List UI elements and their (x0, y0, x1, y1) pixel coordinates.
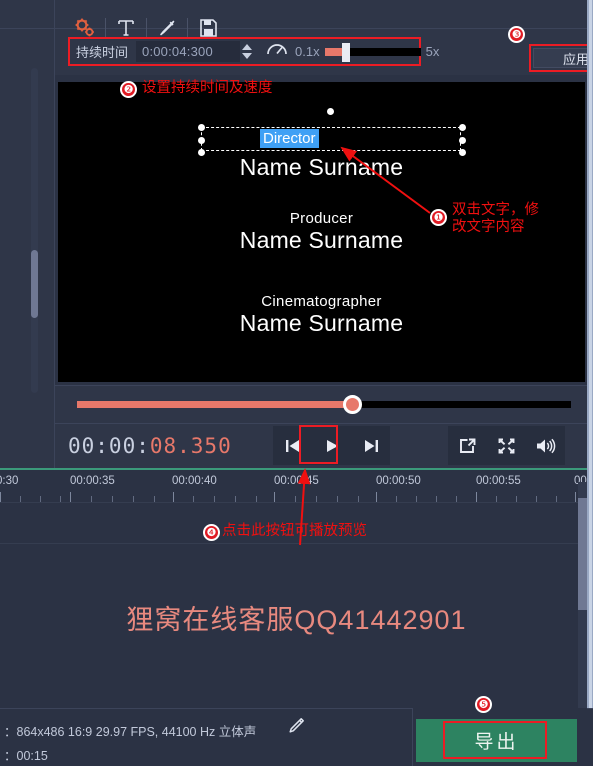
media-info-line: ：864x486 16:9 29.97 FPS, 44100 Hz 立体声 (4, 725, 257, 739)
left-scrollbar-thumb[interactable] (31, 250, 38, 318)
ruler-label: 00:00:45 (274, 475, 319, 487)
duration-label: 持续时间 (76, 45, 129, 60)
text-selection-box[interactable] (198, 124, 466, 156)
annotation-badge-1: ❶ (430, 209, 447, 226)
timecode-suffix: 08.350 (149, 434, 232, 458)
export-button[interactable]: 导出 (416, 719, 577, 762)
rotate-handle[interactable] (327, 108, 334, 115)
watermark-text: 狸窝在线客服QQ41442901 (126, 605, 467, 635)
track-divider (0, 502, 593, 503)
rail-divider (0, 28, 55, 29)
playback-button-group (273, 426, 390, 465)
toolbar-separator (187, 18, 188, 38)
duration-speed-group: 持续时间 0.1x 5x (68, 37, 439, 66)
annotation-text-2: 设置持续时间及速度 (142, 80, 273, 96)
timeline-ruler[interactable]: 0:30 00:00:35 00:00:40 00:00:45 00:00:50… (0, 468, 593, 503)
view-button-group (448, 426, 565, 465)
credit-role-text: Cinematographer (261, 293, 382, 310)
selected-text-highlight[interactable]: Director (260, 129, 319, 148)
timecode-display: 00:00:08.350 (68, 434, 232, 458)
speed-slider-handle[interactable] (341, 42, 350, 62)
duration-input[interactable] (136, 41, 241, 62)
annotation-badge-4: ❹ (203, 524, 220, 541)
stepper-up-icon[interactable] (242, 44, 253, 50)
credit-name-text: Name Surname (239, 154, 404, 180)
speed-slider-fill (324, 47, 342, 56)
ruler-label: 00:00:50 (376, 475, 421, 487)
left-scrollbar-track[interactable] (31, 68, 38, 393)
snapshot-button[interactable] (448, 426, 487, 465)
annotation-text-4: 点击此按钮可播放预览 (222, 523, 367, 539)
speed-gauge-icon (266, 41, 288, 62)
window-right-edge-highlight (589, 0, 592, 766)
resize-handle-r[interactable] (459, 137, 466, 144)
fullscreen-button[interactable] (487, 426, 526, 465)
left-rail (0, 0, 55, 468)
track-divider (0, 543, 593, 544)
ruler-label: 0:30 (0, 475, 19, 487)
previous-frame-button[interactable] (273, 426, 312, 465)
speed-slider[interactable] (324, 42, 421, 62)
resize-handle-tl[interactable] (198, 124, 205, 131)
video-editor-window: 持续时间 0.1x 5x (0, 0, 593, 766)
ruler-label: 00:00:40 (172, 475, 217, 487)
seek-panel (55, 385, 593, 423)
credit-name-1: Name Surname (58, 154, 585, 181)
speed-control: 0.1x 5x (266, 41, 439, 62)
seek-slider[interactable] (77, 395, 571, 414)
resize-handle-tr[interactable] (459, 124, 466, 131)
ruler-label: 00:00:55 (476, 475, 521, 487)
next-frame-button[interactable] (351, 426, 390, 465)
export-button-label: 导出 (474, 732, 519, 753)
annotation-badge-2: ❷ (120, 81, 137, 98)
stepper-down-icon[interactable] (242, 53, 253, 59)
annotation-badge-5: ❺ (475, 696, 492, 713)
annotation-text-1: 双击文字，修 改文字内容 (452, 202, 539, 235)
seek-slider-handle[interactable] (343, 395, 362, 414)
play-button[interactable] (312, 426, 351, 465)
toolbar-separator (105, 18, 106, 38)
ruler-label: 00:00:35 (70, 475, 115, 487)
annotation-badge-3: ❸ (508, 26, 525, 43)
credit-role-3: Cinematographer Name Surname (58, 293, 585, 337)
pencil-icon[interactable] (288, 717, 305, 739)
media-duration-line: ：00:15 (4, 749, 48, 763)
duration-stepper[interactable] (242, 44, 253, 59)
right-scrollbar-thumb[interactable] (578, 498, 587, 610)
resize-handle-l[interactable] (198, 137, 205, 144)
speed-max-label: 5x (425, 44, 440, 59)
apply-button[interactable]: 应用 (533, 48, 593, 68)
speed-min-label: 0.1x (295, 44, 320, 59)
seek-slider-fill (77, 401, 352, 408)
volume-button[interactable] (526, 426, 565, 465)
timecode-prefix: 00:00: (68, 434, 150, 458)
credit-name-text: Name Surname (239, 310, 404, 336)
transport-bar: 00:00:08.350 (55, 423, 593, 468)
toolbar-separator (146, 18, 147, 38)
